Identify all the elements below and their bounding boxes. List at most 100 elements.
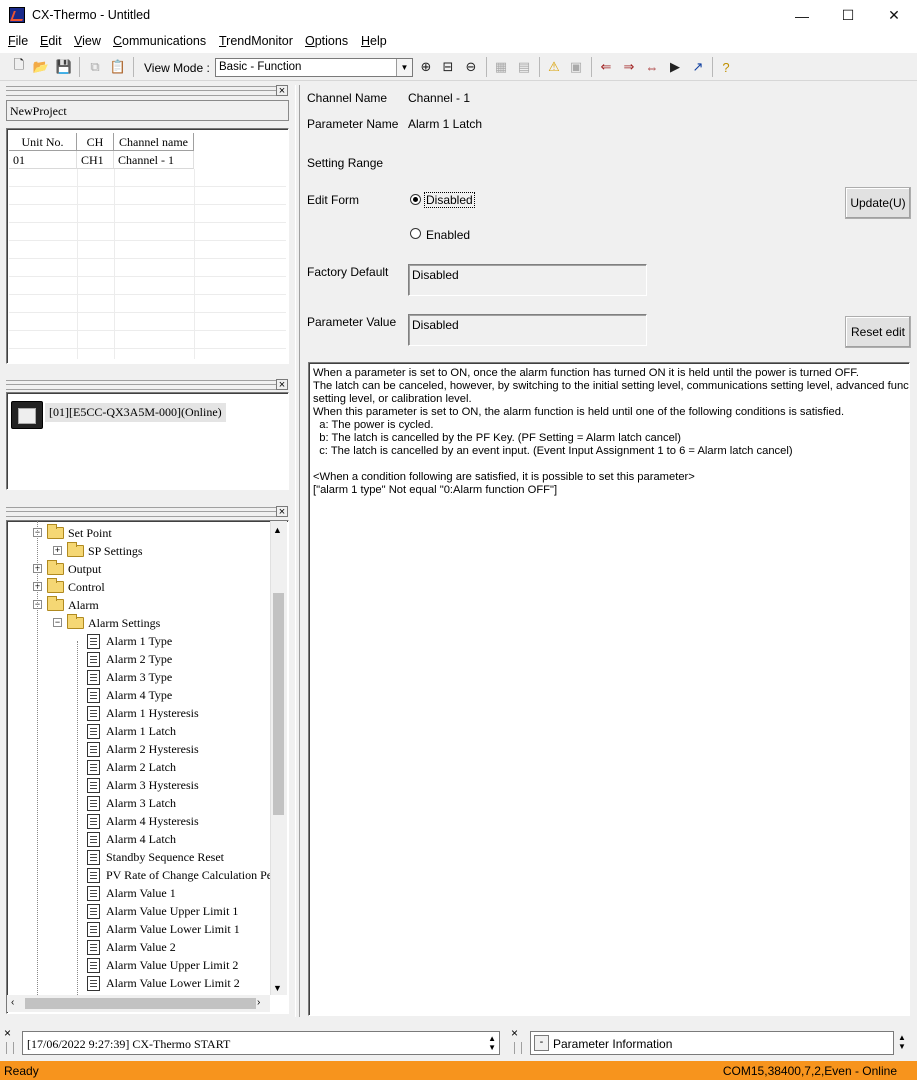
tree-item[interactable]: Alarm 1 Type [87, 632, 172, 650]
info-toggle-button[interactable]: - [534, 1035, 549, 1051]
close-panel-icon[interactable]: × [276, 506, 288, 518]
compare-icon[interactable]: ⇔ [642, 57, 662, 77]
radio-enabled-label[interactable]: Enabled [426, 228, 470, 242]
status-connection: COM15,38400,7,2,Even - Online [722, 1064, 897, 1078]
tree-item[interactable]: Alarm Value Lower Limit 1 [87, 920, 240, 938]
tree-vertical-scroll-thumb[interactable] [273, 593, 284, 815]
radio-disabled[interactable] [410, 194, 421, 205]
table-icon[interactable]: ▤ [514, 57, 534, 77]
vertical-splitter[interactable] [295, 85, 300, 1017]
tree-item[interactable]: Alarm 2 Hysteresis [87, 740, 199, 758]
monitor-icon[interactable]: ↗ [688, 57, 708, 77]
scroll-up-icon[interactable]: ▲ [273, 525, 282, 535]
minus-icon[interactable]: ⊖ [461, 57, 481, 77]
tree-item[interactable]: Alarm 2 Latch [87, 758, 176, 776]
close-panel-icon[interactable]: × [276, 85, 288, 97]
warning-icon[interactable]: ⚠ [544, 57, 564, 77]
tree-item[interactable]: Alarm Value Upper Limit 2 [87, 956, 238, 974]
help-icon[interactable]: ? [716, 57, 736, 77]
transfer-to-pc-icon[interactable]: ⇐ [596, 57, 616, 77]
col-header-channel-name[interactable]: Channel name [114, 133, 194, 151]
col-header-ch[interactable]: CH [77, 133, 114, 151]
menu-communications[interactable]: Communications [113, 34, 206, 48]
run-icon[interactable]: ▶ [665, 57, 685, 77]
panel-grip[interactable] [6, 507, 276, 517]
radio-enabled[interactable] [410, 228, 421, 239]
minimize-button[interactable]: — [779, 0, 825, 31]
open-folder-icon[interactable]: 📂 [31, 57, 51, 77]
table-row [9, 312, 286, 313]
grid-icon[interactable]: ▦ [491, 57, 511, 77]
update-button[interactable]: Update(U) [845, 187, 911, 219]
table-cell-channel-name[interactable]: Channel - 1 [114, 151, 194, 169]
paste-icon[interactable]: 📋 [108, 57, 128, 77]
tree-item[interactable]: Alarm Value Upper Limit 1 [87, 902, 238, 920]
panel-grip[interactable] [6, 86, 276, 96]
close-button[interactable]: ✕ [871, 0, 917, 31]
tree-item[interactable]: Alarm Settings [67, 614, 160, 632]
chevron-down-icon[interactable]: ▼ [396, 59, 412, 76]
expand-icon[interactable]: ⊕ [416, 57, 436, 77]
tree-horizontal-scroll-thumb[interactable] [25, 998, 256, 1009]
log-scroll-icon[interactable]: ▲ ▼ [488, 1034, 496, 1052]
maximize-button[interactable]: ☐ [825, 0, 871, 31]
scroll-left-icon[interactable]: ‹ [11, 997, 14, 1008]
scroll-right-icon[interactable]: › [257, 997, 260, 1008]
transfer-to-device-icon[interactable]: ⇒ [619, 57, 639, 77]
tree-item[interactable]: Alarm 3 Hysteresis [87, 776, 199, 794]
close-panel-icon[interactable]: × [276, 379, 288, 391]
tree-item[interactable]: Alarm 4 Type [87, 686, 172, 704]
expand-icon[interactable]: + [53, 546, 62, 555]
tree-item[interactable]: Alarm Value 2 [87, 938, 176, 956]
tree-item[interactable]: Alarm 3 Latch [87, 794, 176, 812]
parameter-value-field[interactable]: Disabled [408, 314, 647, 346]
menu-view[interactable]: View [74, 34, 101, 48]
view-mode-select[interactable]: Basic - Function ▼ [215, 58, 413, 77]
close-info-icon[interactable]: × [511, 1026, 518, 1040]
menu-trendmonitor[interactable]: TrendMonitor [219, 34, 293, 48]
menu-file[interactable]: File [8, 34, 28, 48]
tree-item[interactable]: PV Rate of Change Calculation Pe [87, 866, 270, 884]
tree-item[interactable]: Alarm 1 Latch [87, 722, 176, 740]
close-log-icon[interactable]: × [4, 1026, 11, 1040]
tree-item[interactable]: Alarm 3 Type [87, 668, 172, 686]
info-scroll-icon[interactable]: ▲ ▼ [898, 1033, 906, 1051]
tree-item[interactable]: Set Point [47, 524, 112, 542]
info-grip[interactable] [514, 1042, 522, 1054]
tree-item[interactable]: Alarm 2 Type [87, 650, 172, 668]
save-icon[interactable]: 💾 [54, 57, 74, 77]
log-grip[interactable] [6, 1042, 14, 1054]
app-icon [9, 7, 25, 23]
tree-item-label: Alarm 2 Type [106, 651, 173, 666]
menu-options[interactable]: Options [305, 34, 348, 48]
tree-item[interactable]: Control [47, 578, 105, 596]
tree-item[interactable]: Alarm Value 1 [87, 884, 176, 902]
project-bar[interactable]: NewProject [6, 100, 289, 121]
device-label[interactable]: [01][E5CC-QX3A5M-000](Online) [45, 403, 226, 422]
toolbar: 🗋 📂 💾 ⧉ 📋 View Mode : ⊕ ⊟ ⊖ ▦ ▤ ⚠ ▣ ⇐ ⇒ … [0, 53, 917, 81]
folder-icon [67, 542, 84, 557]
tree-item[interactable]: Alarm [47, 596, 99, 614]
device-icon[interactable]: ▣ [566, 57, 586, 77]
tree-item[interactable]: Alarm Value Lower Limit 2 [87, 974, 240, 992]
new-file-icon[interactable]: 🗋 [9, 57, 29, 77]
table-cell-unit[interactable]: 01 [9, 151, 77, 169]
menu-edit[interactable]: Edit [40, 34, 62, 48]
tree-item[interactable]: Alarm 1 Hysteresis [87, 704, 199, 722]
reset-edit-button[interactable]: Reset edit [845, 316, 911, 348]
tree-item[interactable]: Output [47, 560, 101, 578]
copy-icon[interactable]: ⧉ [85, 57, 105, 77]
collapse-icon[interactable]: − [53, 618, 62, 627]
col-header-unit[interactable]: Unit No. [9, 133, 77, 151]
tree-item[interactable]: Standby Sequence Reset [87, 848, 224, 866]
menu-help[interactable]: Help [361, 34, 387, 48]
radio-disabled-label[interactable]: Disabled [424, 192, 475, 208]
tree-item[interactable]: Alarm 4 Latch [87, 830, 176, 848]
tree-item[interactable]: Alarm 4 Hysteresis [87, 812, 199, 830]
folder-icon [47, 560, 64, 575]
collapse-icon[interactable]: ⊟ [438, 57, 458, 77]
panel-grip[interactable] [6, 380, 276, 390]
tree-item[interactable]: SP Settings [67, 542, 143, 560]
table-cell-ch[interactable]: CH1 [77, 151, 114, 169]
scroll-down-icon[interactable]: ▼ [273, 983, 282, 993]
